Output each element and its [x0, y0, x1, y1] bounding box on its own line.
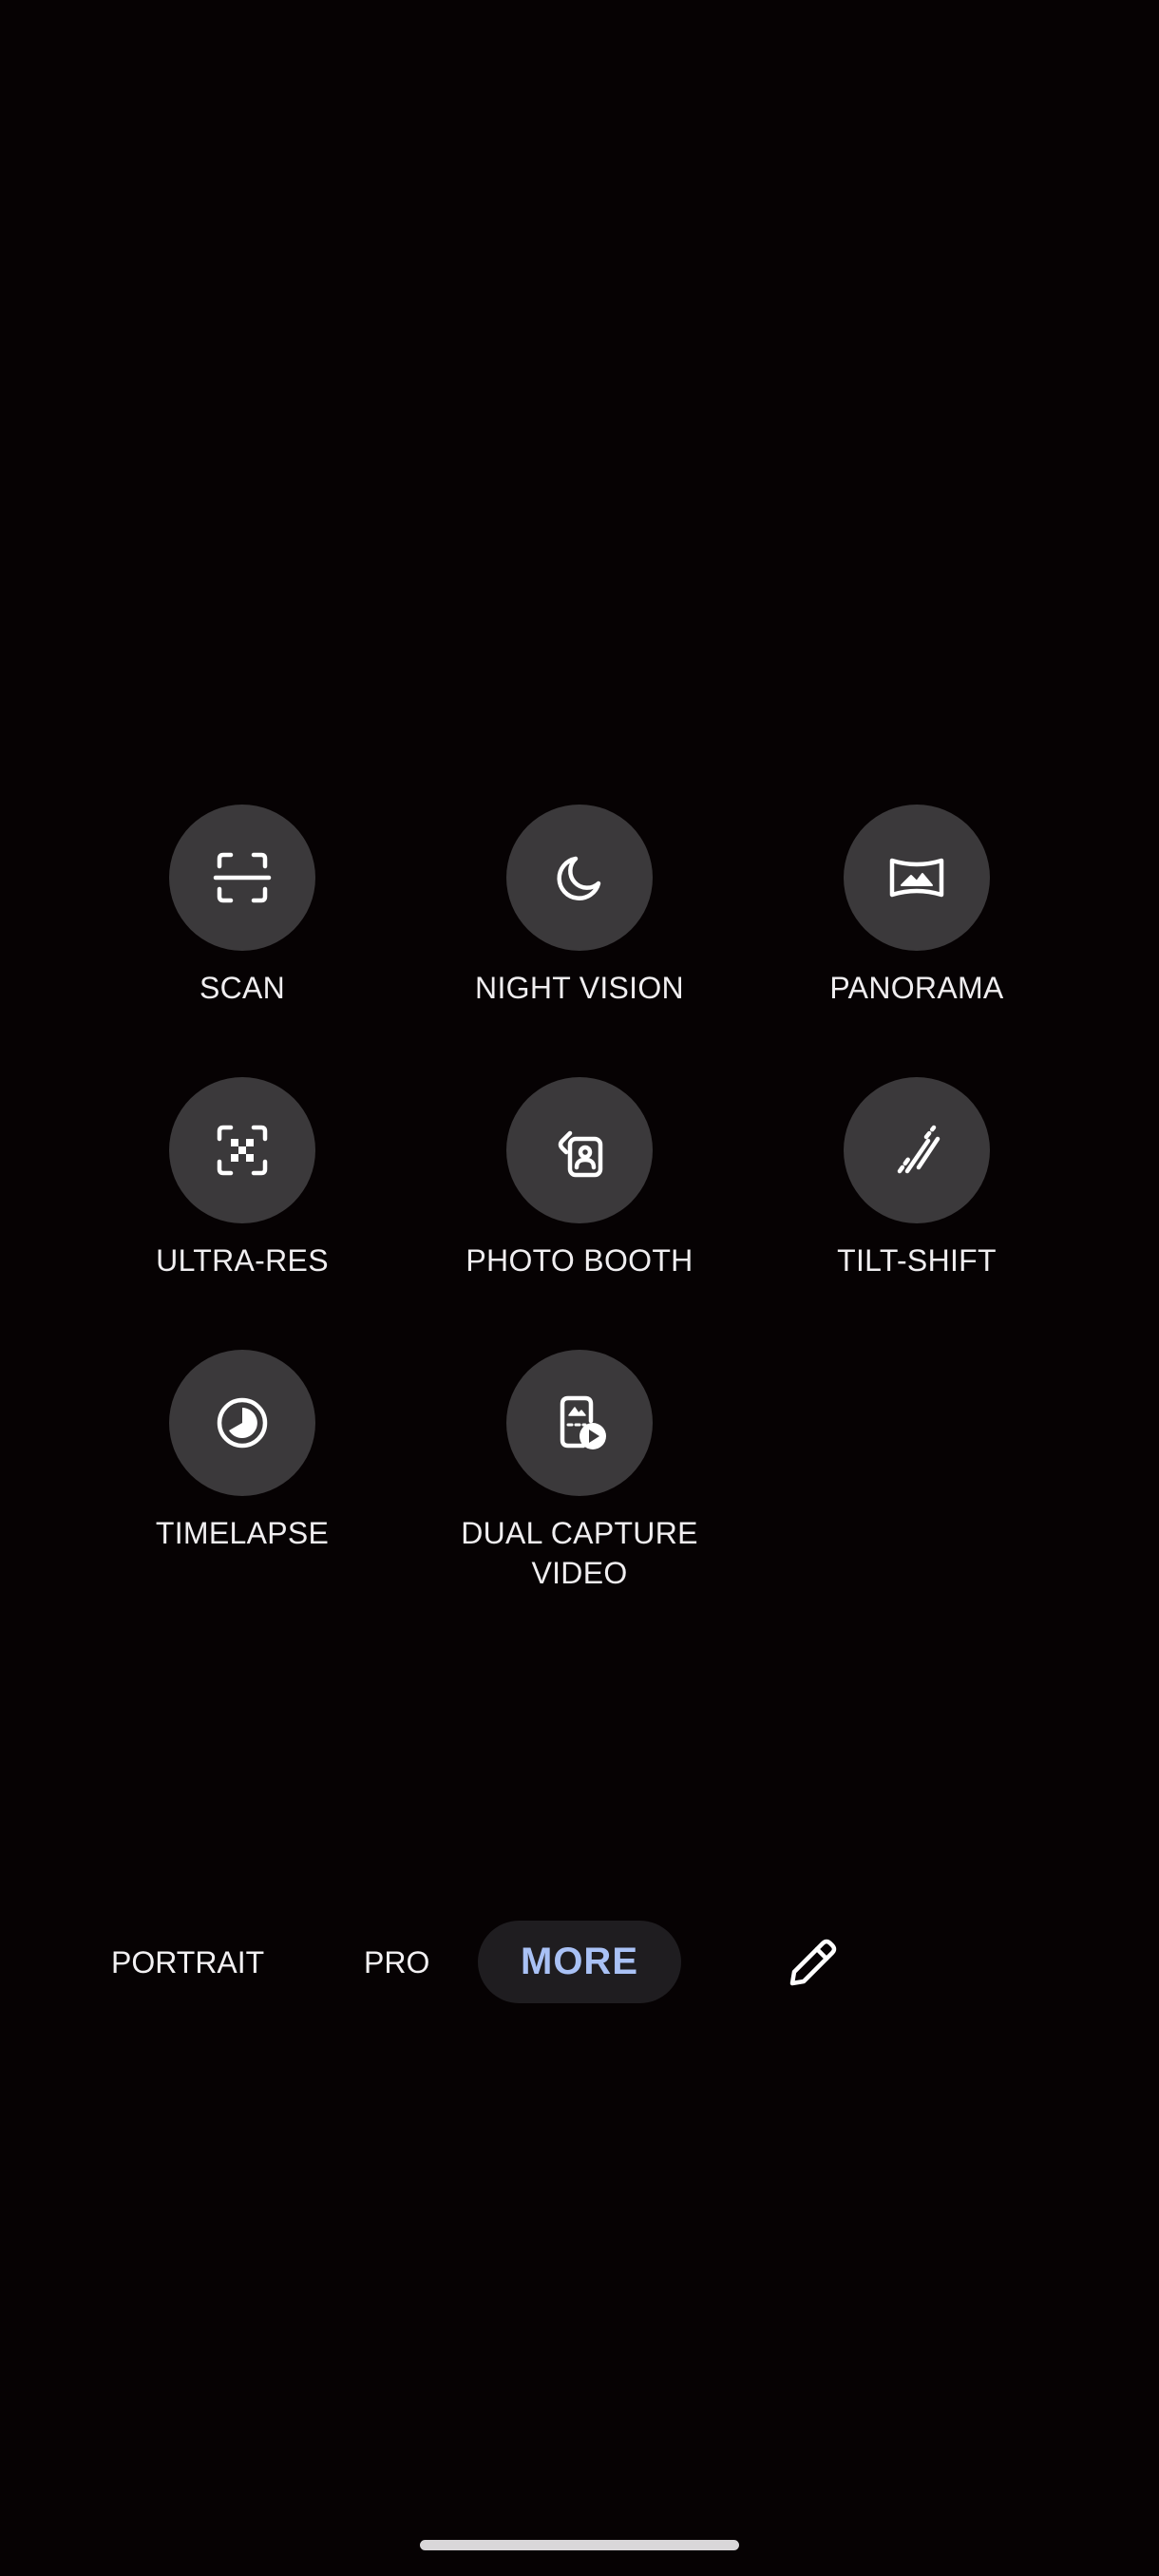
mode-scan[interactable]: SCAN	[71, 805, 413, 1013]
mode-dual-capture-video-button[interactable]	[506, 1350, 653, 1496]
mode-photo-booth-button[interactable]	[506, 1077, 653, 1223]
mode-ultra-res-label: ULTRA-RES	[156, 1243, 329, 1278]
mode-timelapse-label: TIMELAPSE	[155, 1516, 330, 1550]
edit-modes-button[interactable]	[783, 1934, 840, 1991]
mode-dual-capture-video[interactable]: DUAL CAPTURE VIDEO	[408, 1350, 750, 1597]
mode-timelapse[interactable]: TIMELAPSE	[71, 1350, 413, 1559]
ultra-res-icon	[217, 1125, 268, 1176]
mode-panorama[interactable]: PANORAMA	[746, 805, 1088, 1013]
camera-more-modes-screen: SCAN NIGHT VISION PANORAMA ULTRA-RES PHO…	[0, 0, 1159, 2576]
moon-icon	[557, 856, 601, 900]
photo-booth-icon	[558, 1130, 603, 1178]
mode-photo-booth[interactable]: PHOTO BOOTH	[408, 1077, 750, 1286]
panorama-icon	[889, 858, 944, 898]
dual-capture-video-icon	[560, 1395, 606, 1449]
mode-scan-button[interactable]	[169, 805, 315, 951]
mode-photo-booth-label: PHOTO BOOTH	[466, 1243, 694, 1278]
mode-night-vision-button[interactable]	[506, 805, 653, 951]
mode-dual-capture-video-label: DUAL CAPTURE VIDEO	[461, 1516, 698, 1590]
mode-night-vision-label: NIGHT VISION	[475, 971, 684, 1005]
mode-ultra-res-button[interactable]	[169, 1077, 315, 1223]
pencil-icon	[789, 1939, 837, 1986]
mode-timelapse-button[interactable]	[169, 1350, 315, 1496]
mode-ultra-res[interactable]: ULTRA-RES	[71, 1077, 413, 1286]
mode-tilt-shift[interactable]: TILT-SHIFT	[746, 1077, 1088, 1286]
mode-panorama-label: PANORAMA	[829, 971, 1004, 1005]
timelapse-icon	[217, 1397, 268, 1449]
scan-icon	[213, 852, 272, 903]
mode-tilt-shift-label: TILT-SHIFT	[837, 1243, 997, 1278]
mode-panorama-button[interactable]	[844, 805, 990, 951]
mode-scan-label: SCAN	[199, 971, 286, 1005]
tab-pro[interactable]: PRO	[364, 1942, 429, 1982]
mode-tilt-shift-button[interactable]	[844, 1077, 990, 1223]
tab-more[interactable]: MORE	[478, 1921, 681, 2003]
tab-portrait[interactable]: PORTRAIT	[111, 1942, 264, 1982]
tab-more-label: MORE	[521, 1941, 638, 1982]
home-indicator[interactable]	[420, 2540, 739, 2550]
mode-night-vision[interactable]: NIGHT VISION	[408, 805, 750, 1013]
tilt-shift-icon	[897, 1125, 940, 1174]
